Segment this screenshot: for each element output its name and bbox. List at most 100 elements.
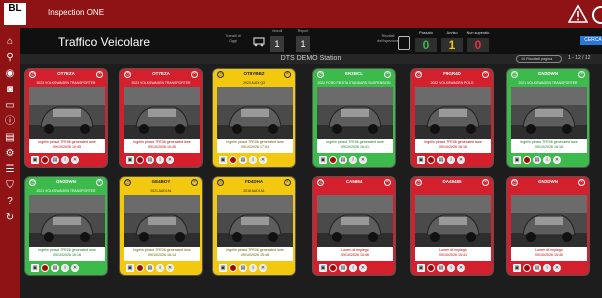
record-icon[interactable]: ● <box>329 156 337 164</box>
details-icon[interactable]: ▣ <box>513 264 521 272</box>
info-icon[interactable]: ⓘ <box>4 116 16 128</box>
vehicle-photo[interactable] <box>415 87 491 139</box>
close-icon[interactable]: × <box>482 179 489 186</box>
close-icon[interactable]: × <box>578 71 585 78</box>
info-icon[interactable]: i <box>543 264 551 272</box>
vehicle-photo[interactable] <box>415 195 491 247</box>
record-icon[interactable]: ● <box>41 264 49 272</box>
inspection-card[interactable]: ◷ OT8YBBZ × 2023 AUDI Q3 Ingelin pinsol 7FE0… <box>212 68 296 168</box>
image-icon[interactable]: ▤ <box>437 264 445 272</box>
record-icon[interactable]: ● <box>329 264 337 272</box>
vehicle-photo[interactable] <box>217 195 293 247</box>
list-icon[interactable]: ☰ <box>4 164 16 176</box>
delete-icon[interactable]: ✕ <box>166 264 174 272</box>
results-per-page-select[interactable]: 10 Risultati pagina <box>516 55 562 63</box>
close-icon[interactable]: × <box>96 71 103 78</box>
image-icon[interactable]: ▤ <box>533 264 541 272</box>
vehicle-photo[interactable] <box>124 87 200 139</box>
target-icon[interactable]: ◉ <box>4 68 16 80</box>
record-icon[interactable]: ● <box>136 156 144 164</box>
inspection-card[interactable]: ◷ CA5684 × Lorem di impiego 09/10/2026 15:46… <box>312 176 396 276</box>
details-icon[interactable]: ▣ <box>126 156 134 164</box>
details-icon[interactable]: ▣ <box>417 156 425 164</box>
image-icon[interactable]: ▤ <box>146 156 154 164</box>
info-icon[interactable]: i <box>156 264 164 272</box>
details-icon[interactable]: ▣ <box>219 156 227 164</box>
vehicle-photo[interactable] <box>317 195 393 247</box>
close-icon[interactable]: × <box>191 179 198 186</box>
refresh-icon[interactable]: ↻ <box>4 212 16 224</box>
record-icon[interactable]: ● <box>427 156 435 164</box>
help-icon[interactable]: ? <box>4 196 16 208</box>
delete-icon[interactable]: ✕ <box>553 264 561 272</box>
close-icon[interactable]: × <box>482 71 489 78</box>
record-icon[interactable]: ● <box>229 156 237 164</box>
image-icon[interactable]: ▤ <box>239 156 247 164</box>
inspection-card[interactable]: ◷ F9GR4D × 2022 VOLKSWAGEN POLO Ingelin pins… <box>410 68 494 168</box>
shield-icon[interactable]: ⛉ <box>4 180 16 192</box>
vehicle-photo[interactable] <box>29 87 105 139</box>
delete-icon[interactable]: ✕ <box>553 156 561 164</box>
image-icon[interactable]: ▤ <box>339 264 347 272</box>
warning-icon[interactable] <box>568 4 588 24</box>
details-icon[interactable]: ▣ <box>31 156 39 164</box>
close-icon[interactable]: × <box>96 179 103 186</box>
delete-icon[interactable]: ✕ <box>359 264 367 272</box>
info-icon[interactable]: i <box>249 264 257 272</box>
info-icon[interactable]: i <box>61 156 69 164</box>
delete-icon[interactable]: ✕ <box>457 264 465 272</box>
vehicle-photo[interactable] <box>217 87 293 139</box>
record-icon[interactable]: ● <box>427 264 435 272</box>
home-icon[interactable]: ⌂ <box>4 36 16 48</box>
details-icon[interactable]: ▣ <box>319 156 327 164</box>
info-icon[interactable]: i <box>543 156 551 164</box>
user-menu-icon[interactable] <box>592 6 602 24</box>
inspection-card[interactable]: ◷ OT7EZA × 2023 VOLKSWAGEN TRANSPORTER Ingel… <box>24 68 108 168</box>
image-icon[interactable]: ▤ <box>239 264 247 272</box>
inspection-card[interactable]: ◷ OT7EZA × 2023 VOLKSWAGEN TRANSPORTER Ingel… <box>119 68 203 168</box>
inspection-card[interactable]: ◷ GN2DWN × 2021 VOLKSWAGEN TRANSPORTER Ingel… <box>24 176 108 276</box>
record-icon[interactable]: ● <box>523 264 531 272</box>
close-icon[interactable]: × <box>384 179 391 186</box>
app-logo[interactable]: BL <box>4 3 26 25</box>
monitor-icon[interactable]: ▭ <box>4 100 16 112</box>
info-icon[interactable]: i <box>61 264 69 272</box>
settings-icon[interactable]: ⚙ <box>4 148 16 160</box>
delete-icon[interactable]: ✕ <box>71 264 79 272</box>
camera-icon[interactable]: ◙ <box>4 84 16 96</box>
search-button[interactable]: CERCA <box>580 36 602 45</box>
inspection-card[interactable]: ◷ GN2DWN × 2021 VOLKSWAGEN TRANSPORTER Ingel… <box>506 68 590 168</box>
inspection-card[interactable]: ◷ FD4DHA × 2016 AUDI A1 Ingelin pinsol 7FE06… <box>212 176 296 276</box>
info-icon[interactable]: i <box>156 156 164 164</box>
details-icon[interactable]: ▣ <box>319 264 327 272</box>
delete-icon[interactable]: ✕ <box>457 156 465 164</box>
inspection-card[interactable]: ◷ DA49485 × Lorem di impiego 09/10/2026 15:4… <box>410 176 494 276</box>
image-icon[interactable]: ▤ <box>51 156 59 164</box>
info-icon[interactable]: i <box>447 264 455 272</box>
delete-icon[interactable]: ✕ <box>166 156 174 164</box>
close-icon[interactable]: × <box>284 71 291 78</box>
close-icon[interactable]: × <box>578 179 585 186</box>
info-icon[interactable]: i <box>447 156 455 164</box>
record-icon[interactable]: ● <box>41 156 49 164</box>
details-icon[interactable]: ▣ <box>31 264 39 272</box>
details-icon[interactable]: ▣ <box>126 264 134 272</box>
close-icon[interactable]: × <box>284 179 291 186</box>
inspection-card[interactable]: ◷ EN2BCL × 2022 FORD FIESTA STANDARD SUSPEN… <box>312 68 396 168</box>
info-icon[interactable]: i <box>349 264 357 272</box>
image-icon[interactable]: ▤ <box>146 264 154 272</box>
vehicle-photo[interactable] <box>511 87 587 139</box>
record-icon[interactable]: ● <box>229 264 237 272</box>
delete-icon[interactable]: ✕ <box>259 264 267 272</box>
image-icon[interactable]: ▤ <box>51 264 59 272</box>
inspection-card[interactable]: ◷ GN2DWN × Lorem di impiego 09/10/2026 15:40… <box>506 176 590 276</box>
document-icon[interactable]: ▤ <box>4 132 16 144</box>
close-icon[interactable]: × <box>384 71 391 78</box>
search-icon[interactable]: ⚲ <box>4 52 16 64</box>
vehicle-photo[interactable] <box>317 87 393 139</box>
delete-icon[interactable]: ✕ <box>259 156 267 164</box>
pagination[interactable]: 1 - 12 / 12 <box>568 55 591 61</box>
image-icon[interactable]: ▤ <box>533 156 541 164</box>
record-icon[interactable]: ● <box>136 264 144 272</box>
vehicle-photo[interactable] <box>511 195 587 247</box>
